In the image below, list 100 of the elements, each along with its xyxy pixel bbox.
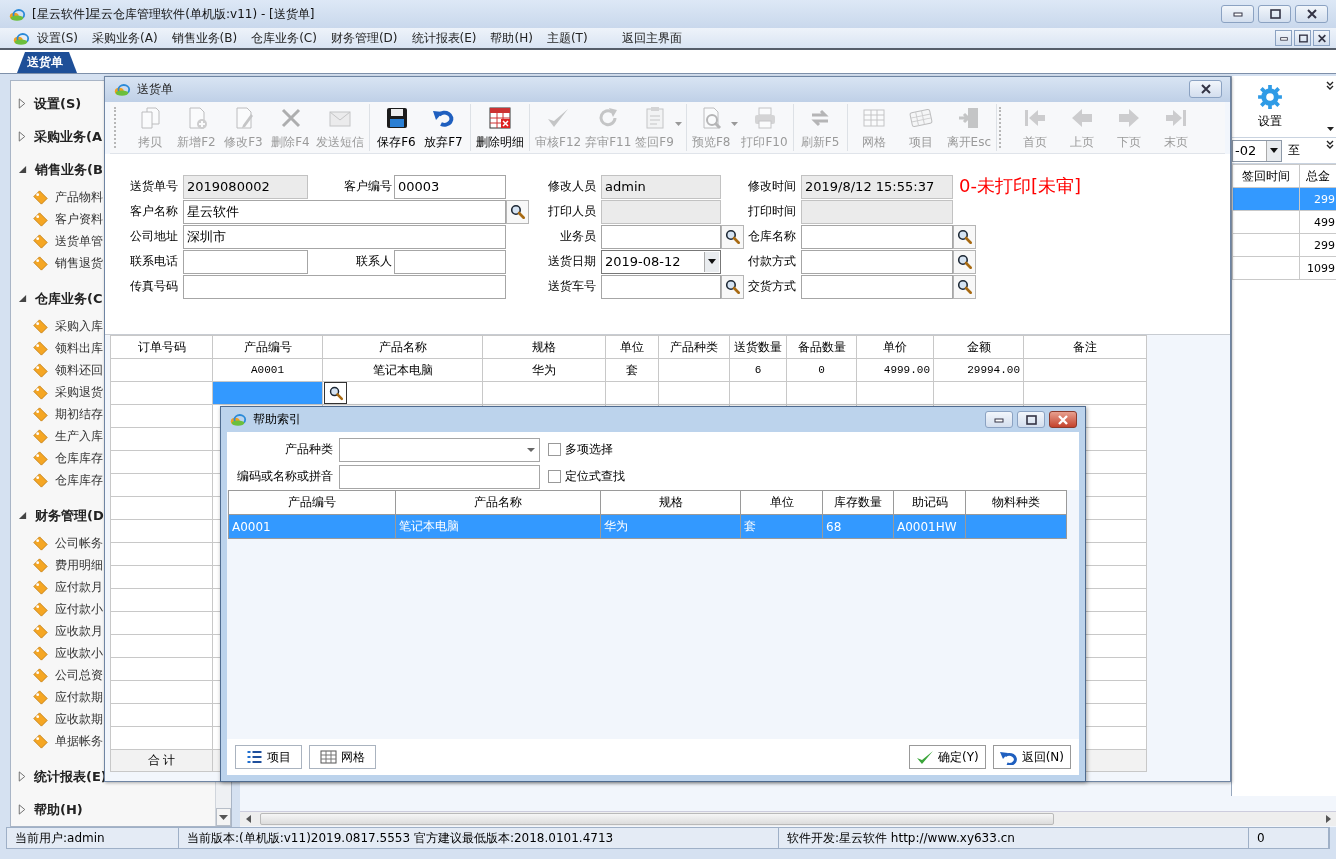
menu-item[interactable]: 仓库业务(C) [244, 29, 324, 47]
text-field[interactable] [801, 224, 953, 249]
sidebar-item[interactable]: 领料还回 [55, 361, 103, 379]
sidebar-item[interactable]: 应收款小 [55, 644, 103, 662]
text-field[interactable] [801, 274, 953, 299]
scroll-thumb[interactable] [260, 813, 1054, 825]
category-dropdown[interactable] [339, 437, 540, 462]
menu-item[interactable]: 财务管理(D) [323, 29, 405, 47]
lookup-button[interactable] [721, 224, 744, 249]
sidebar-item[interactable]: 应付款期 [55, 688, 103, 706]
minimize-button[interactable] [1221, 5, 1254, 23]
maximize-button[interactable] [1258, 5, 1291, 23]
sidebar-item[interactable]: 公司总资 [55, 666, 103, 684]
text-field[interactable]: 2019/8/12 15:55:37 [801, 174, 953, 199]
date-dropdown[interactable]: -02 [1232, 139, 1282, 162]
lookup-button[interactable] [721, 274, 744, 299]
text-field[interactable] [601, 274, 721, 299]
menu-item[interactable]: 主题(T) [539, 29, 595, 47]
sidebar-item[interactable]: 仓库库存 [55, 449, 103, 467]
sidebar-item[interactable]: 领料出库 [55, 339, 103, 357]
lookup-button[interactable] [953, 249, 976, 274]
scrollbar[interactable] [240, 811, 1336, 826]
sidebar-item[interactable]: 期初结存 [55, 405, 103, 423]
text-field[interactable] [801, 249, 953, 274]
text-field[interactable] [601, 224, 721, 249]
dialog-button[interactable]: 返回(N) [992, 745, 1071, 769]
sidebar-item[interactable]: 送货单管 [55, 232, 103, 250]
restore-button[interactable] [1294, 30, 1311, 46]
menu-item[interactable]: 采购业务(A) [85, 29, 165, 47]
tag-icon [32, 600, 49, 618]
text-field[interactable] [394, 249, 506, 274]
sidebar-item[interactable]: 仓库库存 [55, 471, 103, 489]
sidebar-item[interactable]: 应付款月 [55, 578, 103, 596]
text-field[interactable]: 00003 [394, 174, 506, 199]
toolbar-button[interactable]: 保存F6 [373, 103, 420, 152]
sidebar-item[interactable]: 应收款期 [55, 710, 103, 728]
text-field[interactable] [183, 249, 308, 274]
sidebar-section[interactable]: 采购业务(A [34, 127, 102, 146]
toolbar-button[interactable]: 删除明细 [474, 103, 526, 152]
search-field[interactable] [339, 464, 540, 489]
sidebar-item[interactable]: 客户资料 [55, 210, 103, 228]
table-cell: 6 [729, 358, 787, 382]
text-field[interactable] [801, 199, 953, 224]
sidebar-item[interactable]: 产品物料 [55, 188, 103, 206]
text-field[interactable]: admin [601, 174, 721, 199]
dialog-button[interactable]: 网格 [309, 745, 376, 769]
sidebar-item[interactable]: 应付款小 [55, 600, 103, 618]
caret-icon [527, 447, 535, 452]
sidebar-item[interactable]: 生产入库 [55, 427, 103, 445]
sidebar-item[interactable]: 采购退货 [55, 383, 103, 401]
menu-item[interactable]: 帮助(H) [483, 29, 540, 47]
text-field[interactable] [183, 274, 506, 299]
menu-item[interactable]: 设置(S) [30, 29, 85, 47]
maximize-button[interactable] [1017, 411, 1045, 428]
sidebar-item[interactable]: 销售退货 [55, 254, 103, 272]
minimize-icon [1231, 9, 1244, 19]
field-label: 产品种类 [284, 441, 334, 458]
lookup-button[interactable] [953, 274, 976, 299]
column-header: 产品编号 [228, 490, 396, 515]
minimize-button[interactable] [985, 411, 1013, 428]
text-field[interactable]: 星云软件 [183, 199, 506, 224]
sidebar-item[interactable]: 费用明细 [55, 556, 103, 574]
close-button[interactable] [1189, 80, 1222, 99]
menu-item[interactable]: 销售业务(B) [164, 29, 245, 47]
close-button[interactable] [1049, 411, 1077, 428]
text-field[interactable]: 2019080002 [183, 174, 308, 199]
lookup-button[interactable] [324, 382, 347, 404]
close-button[interactable] [1313, 30, 1330, 46]
column-header: 物料种类 [965, 490, 1067, 515]
lookup-button[interactable] [953, 224, 976, 249]
dialog-button[interactable]: 确定(Y) [908, 745, 986, 769]
sidebar-section[interactable]: 设置(S) [34, 94, 82, 113]
lookup-button[interactable] [506, 199, 529, 224]
sidebar-item[interactable]: 公司帐务 [55, 534, 103, 552]
sidebar-item[interactable]: 采购入库 [55, 317, 103, 335]
sidebar-item[interactable]: 单据帐务 [55, 732, 103, 750]
sidebar-section[interactable]: 帮助(H) [34, 800, 83, 819]
date-dropdown[interactable]: 2019-08-12 [601, 249, 721, 274]
tag-icon [32, 427, 49, 445]
settings-button[interactable]: 设置 [1232, 76, 1308, 137]
exit-door-icon [956, 105, 981, 130]
column-header: 规格 [482, 335, 606, 359]
tab[interactable]: 送货单 [17, 52, 77, 73]
field-label: 打印人员 [547, 203, 597, 221]
sidebar-section[interactable]: 仓库业务(C [35, 289, 103, 308]
toolbar-button[interactable]: 放弃F7 [420, 103, 467, 152]
text-field[interactable]: 深圳市 [183, 224, 506, 249]
dialog-button[interactable]: 项目 [235, 745, 302, 769]
window-title: 送货单 [137, 80, 174, 98]
minimize-button[interactable] [1275, 30, 1292, 46]
checkbox[interactable] [548, 470, 561, 483]
close-button[interactable] [1295, 5, 1328, 23]
checkbox[interactable] [548, 443, 561, 456]
sidebar-item[interactable]: 应收款月 [55, 622, 103, 640]
column-header: 单价 [856, 335, 934, 359]
sidebar-section[interactable]: 销售业务(B [35, 160, 103, 179]
menu-item[interactable]: 统计报表(E) [404, 29, 484, 47]
sidebar-section[interactable]: 财务管理(D [35, 506, 104, 525]
text-field[interactable] [601, 199, 721, 224]
menu-item[interactable]: 返回主界面 [614, 29, 689, 47]
